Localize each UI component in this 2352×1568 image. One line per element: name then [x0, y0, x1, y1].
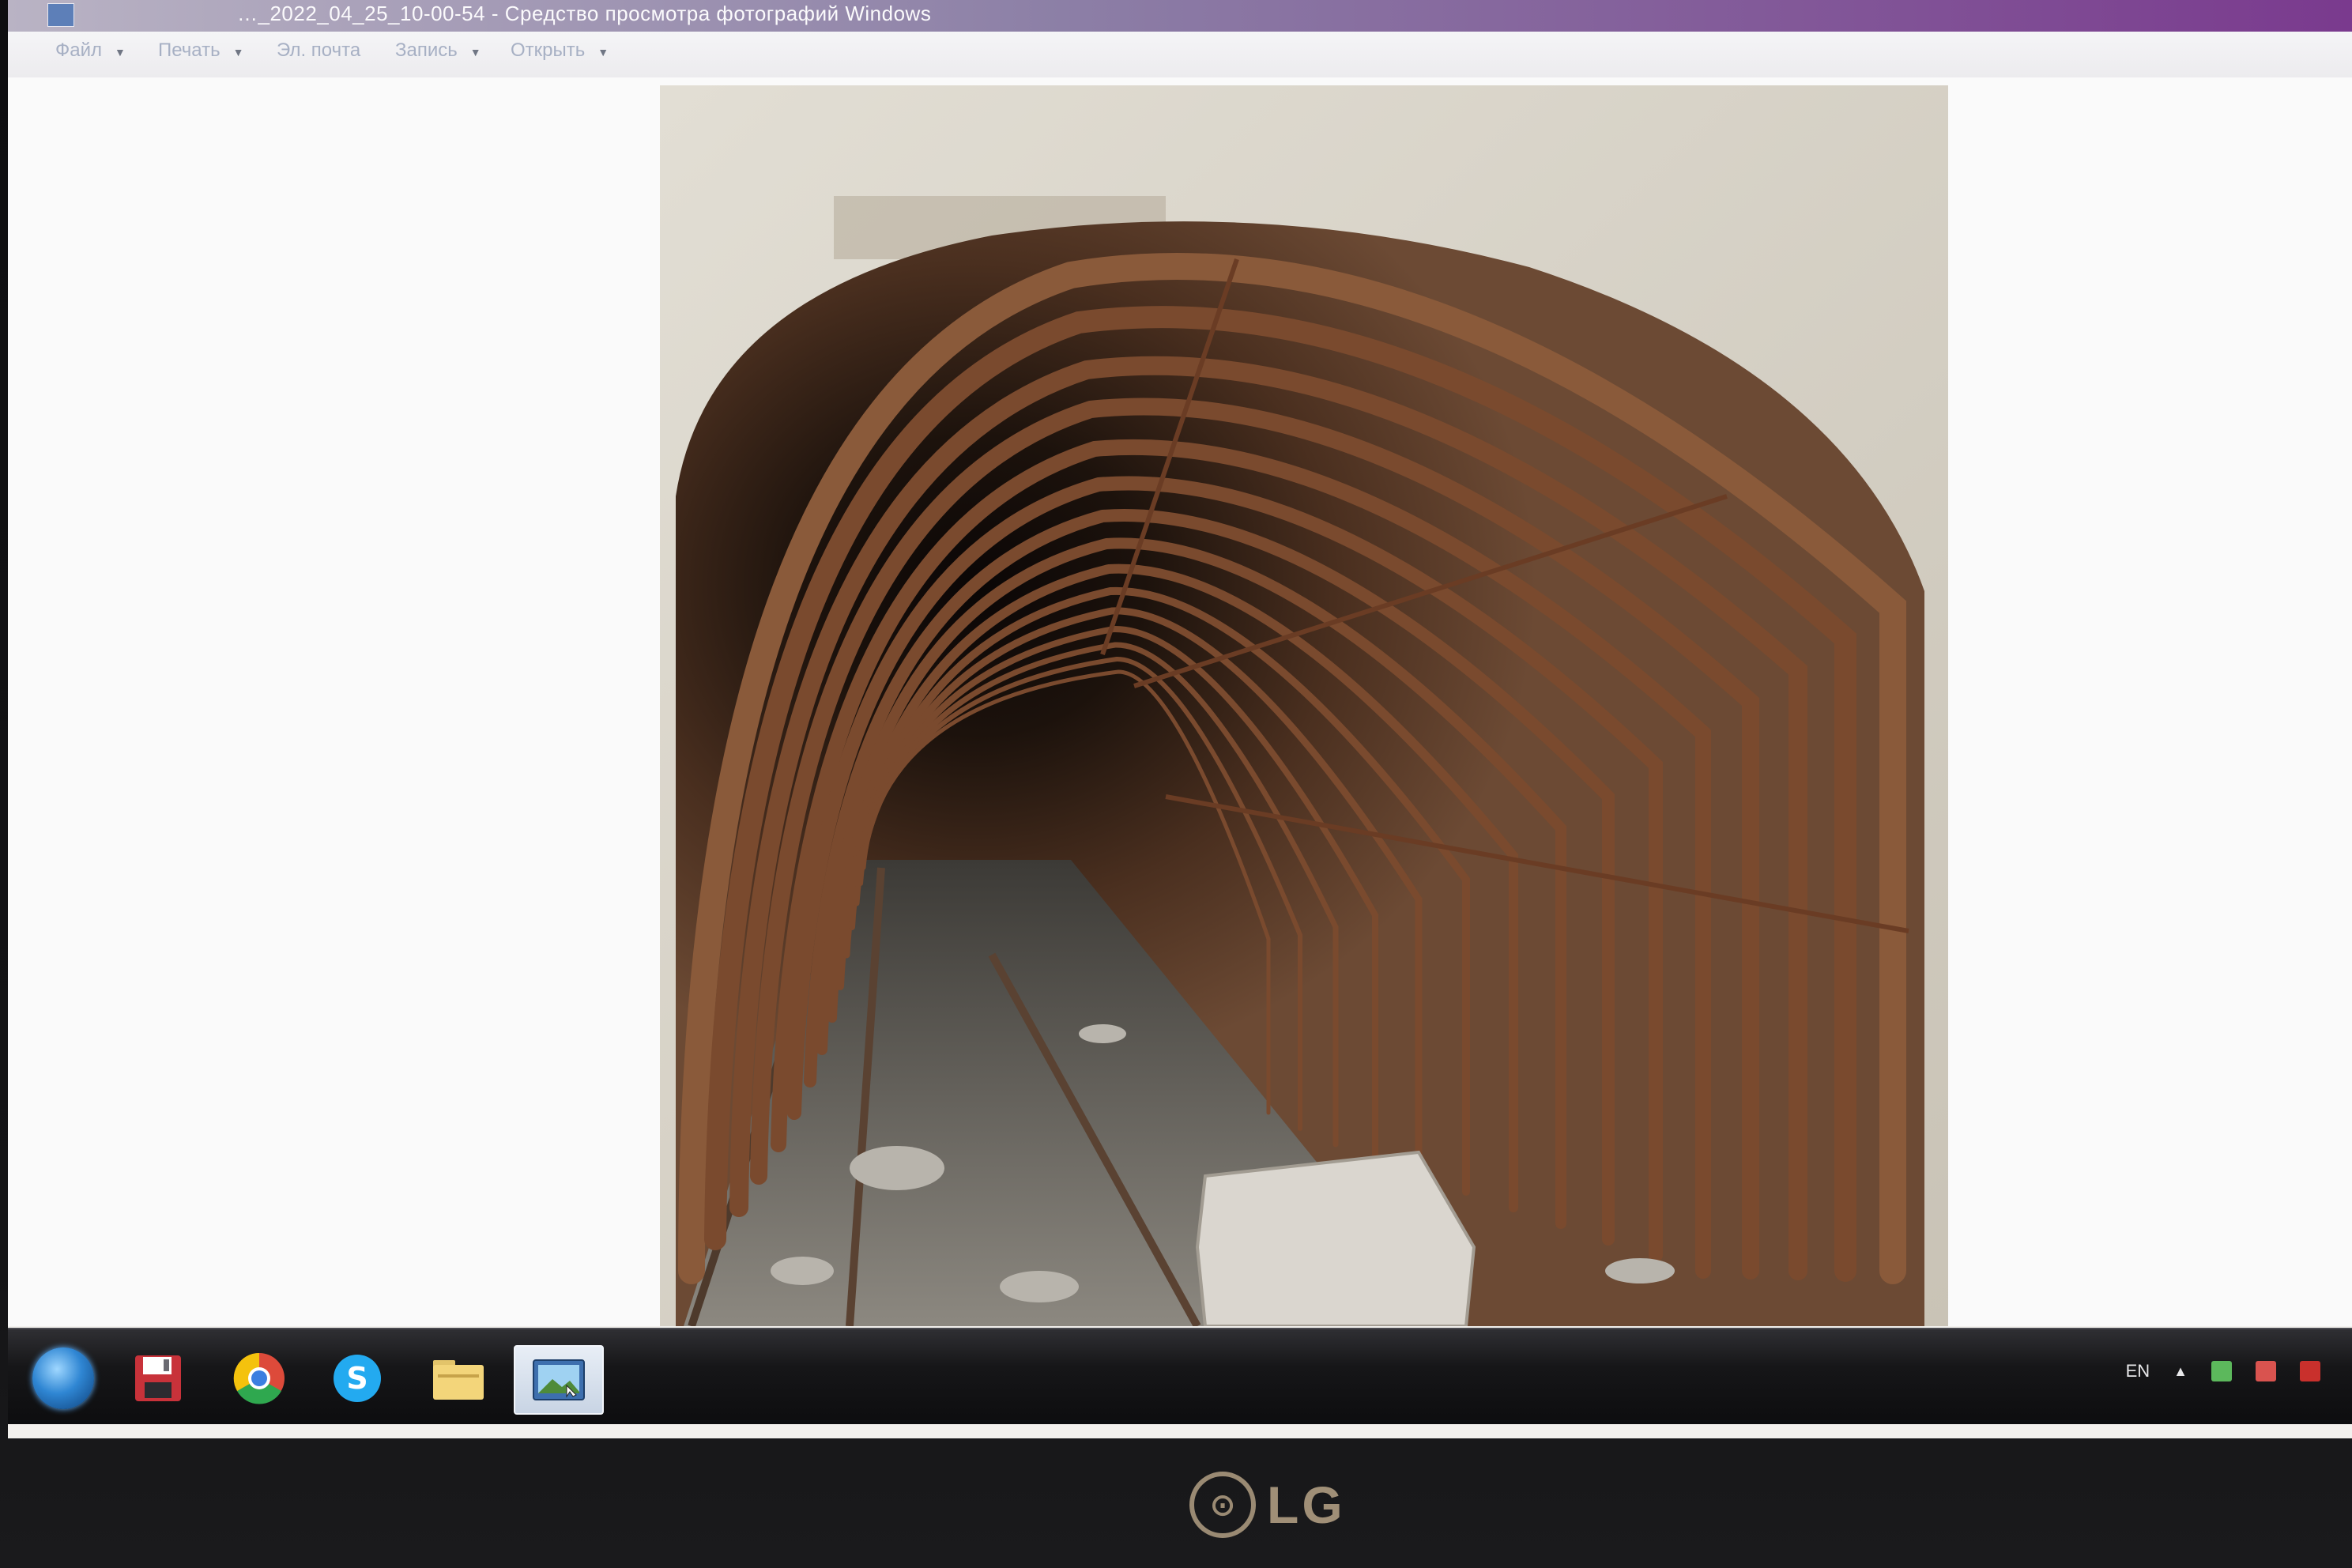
brand-name: LG [1267, 1476, 1346, 1534]
chevron-down-icon: ▼ [469, 46, 481, 58]
taskbar-save-button[interactable] [119, 1345, 198, 1412]
menu-open-label: Открыть [511, 40, 586, 61]
chevron-down-icon: ▼ [597, 46, 609, 58]
system-tray: EN ▲ [2126, 1361, 2320, 1381]
skype-icon: S [334, 1355, 381, 1402]
photo-viewer-area [8, 77, 2352, 1326]
save-floppy-icon [135, 1355, 181, 1401]
file-explorer-folder-icon [433, 1360, 484, 1400]
taskbar-chrome-button[interactable] [220, 1345, 299, 1412]
taskbar: S EN ▲ [8, 1328, 2352, 1424]
concrete-block [1195, 1150, 1476, 1326]
window-title: …_2022_04_25_10-00-54 - Средство просмот… [237, 2, 932, 25]
photo-viewer-app-icon [47, 3, 74, 27]
displayed-photo[interactable] [660, 85, 1948, 1326]
menu-file[interactable]: Файл ▼ [55, 40, 126, 62]
menu-burn[interactable]: Запись ▼ [395, 40, 481, 62]
menu-file-label: Файл [55, 40, 103, 61]
lg-logo-mark-icon: ⊙ [1189, 1472, 1256, 1538]
show-hidden-icons-icon[interactable]: ▲ [2173, 1363, 2188, 1380]
tunnel-photo-illustration [660, 85, 1948, 1326]
action-center-flag-icon[interactable] [2256, 1361, 2276, 1381]
photo-viewer-icon [533, 1359, 585, 1400]
taskbar-skype-button[interactable]: S [318, 1345, 397, 1412]
menu-print-label: Печать [158, 40, 220, 61]
network-icon[interactable] [2211, 1361, 2232, 1381]
photographed-monitor: …_2022_04_25_10-00-54 - Средство просмот… [0, 0, 2352, 1568]
start-button[interactable] [24, 1345, 103, 1412]
svg-text:S: S [346, 1361, 368, 1396]
menu-print[interactable]: Печать ▼ [158, 40, 243, 62]
menu-burn-label: Запись [395, 40, 458, 61]
chevron-down-icon: ▼ [232, 46, 244, 58]
volume-icon[interactable] [2300, 1361, 2320, 1381]
menu-open[interactable]: Открыть ▼ [511, 40, 609, 62]
language-indicator[interactable]: EN [2126, 1361, 2150, 1381]
monitor-brand-logo: ⊙ LG [1189, 1472, 1346, 1538]
chrome-icon [233, 1352, 285, 1404]
windows-start-orb-icon [32, 1348, 94, 1409]
screen: …_2022_04_25_10-00-54 - Средство просмот… [8, 0, 2352, 1438]
menu-bar: Файл ▼ Печать ▼ Эл. почта Запись ▼ Открыть ▼ [8, 32, 2352, 78]
chevron-down-icon: ▼ [115, 46, 126, 58]
window-titlebar[interactable]: …_2022_04_25_10-00-54 - Средство просмот… [8, 0, 2352, 32]
menu-email[interactable]: Эл. почта [277, 40, 360, 62]
menu-email-label: Эл. почта [277, 40, 361, 61]
taskbar-photo-viewer-button[interactable] [514, 1345, 604, 1415]
taskbar-explorer-button[interactable] [419, 1345, 498, 1412]
